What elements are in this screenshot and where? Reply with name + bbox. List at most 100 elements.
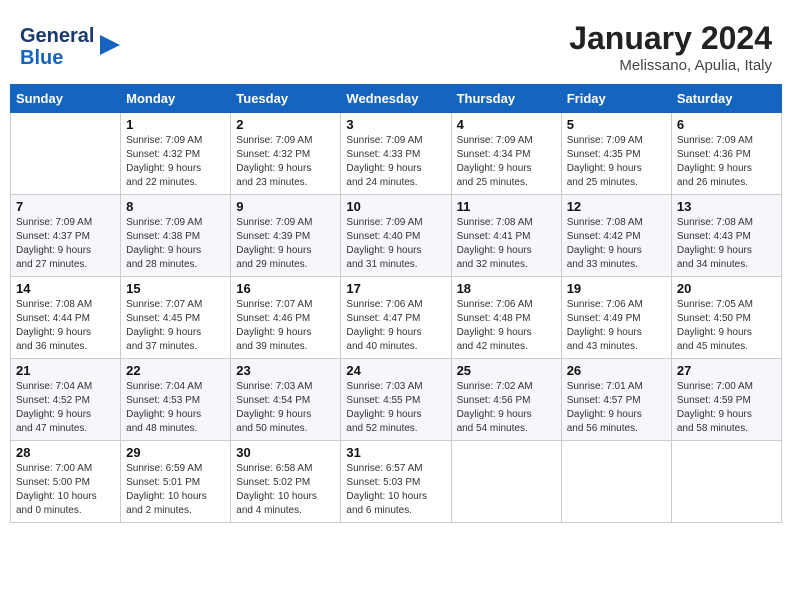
calendar-cell: 18Sunrise: 7:06 AM Sunset: 4:48 PM Dayli…	[451, 277, 561, 359]
calendar-cell: 28 Sunrise: 7:00 AM Sunset: 5:00 PM Dayli…	[11, 441, 121, 523]
calendar-cell: 21 Sunrise: 7:04 AM Sunset: 4:52 PM Dayli…	[11, 359, 121, 441]
day-number: 2	[236, 117, 335, 132]
calendar-cell: 26Sunrise: 7:01 AM Sunset: 4:57 PM Dayli…	[561, 359, 671, 441]
calendar-cell: 7 Sunrise: 7:09 AM Sunset: 4:37 PM Daylig…	[11, 195, 121, 277]
calendar-cell: 8 Sunrise: 7:09 AM Sunset: 4:38 PM Daylig…	[121, 195, 231, 277]
calendar-cell: 4Sunrise: 7:09 AM Sunset: 4:34 PM Daylig…	[451, 113, 561, 195]
calendar-cell: 5Sunrise: 7:09 AM Sunset: 4:35 PM Daylig…	[561, 113, 671, 195]
day-number: 31	[346, 445, 445, 460]
day-info: Sunrise: 7:08 AM Sunset: 4:42 PM Dayligh…	[567, 216, 666, 272]
calendar-cell: 9Sunrise: 7:09 AM Sunset: 4:39 PM Daylig…	[231, 195, 341, 277]
calendar-table: SundayMondayTuesdayWednesdayThursdayFrid…	[10, 84, 782, 523]
day-number: 12	[567, 199, 666, 214]
day-number: 7	[16, 199, 115, 214]
day-info: Sunrise: 7:09 AM Sunset: 4:37 PM Dayligh…	[16, 216, 115, 272]
day-info: Sunrise: 7:06 AM Sunset: 4:49 PM Dayligh…	[567, 298, 666, 354]
day-number: 4	[457, 117, 556, 132]
logo: General Blue	[20, 25, 124, 69]
calendar-cell	[671, 441, 781, 523]
day-info: Sunrise: 7:09 AM Sunset: 4:40 PM Dayligh…	[346, 216, 445, 272]
day-info: Sunrise: 7:03 AM Sunset: 4:54 PM Dayligh…	[236, 380, 335, 436]
day-info: Sunrise: 7:06 AM Sunset: 4:47 PM Dayligh…	[346, 298, 445, 354]
day-number: 8	[126, 199, 225, 214]
calendar-week-0: 1 Sunrise: 7:09 AM Sunset: 4:32 PM Daylig…	[11, 113, 782, 195]
calendar-cell: 31 Sunrise: 6:57 AM Sunset: 5:03 PM Dayli…	[341, 441, 451, 523]
day-number: 16	[236, 281, 335, 296]
calendar-cell	[11, 113, 121, 195]
calendar-header-row: SundayMondayTuesdayWednesdayThursdayFrid…	[11, 85, 782, 113]
calendar-cell: 14Sunrise: 7:08 AM Sunset: 4:44 PM Dayli…	[11, 277, 121, 359]
calendar-cell: 24Sunrise: 7:03 AM Sunset: 4:55 PM Dayli…	[341, 359, 451, 441]
calendar-header-monday: Monday	[121, 85, 231, 113]
day-info: Sunrise: 7:00 AM Sunset: 5:00 PM Dayligh…	[16, 462, 115, 518]
calendar-cell: 15Sunrise: 7:07 AM Sunset: 4:45 PM Dayli…	[121, 277, 231, 359]
calendar-cell: 19 Sunrise: 7:06 AM Sunset: 4:49 PM Dayli…	[561, 277, 671, 359]
day-info: Sunrise: 7:05 AM Sunset: 4:50 PM Dayligh…	[677, 298, 776, 354]
calendar-header-wednesday: Wednesday	[341, 85, 451, 113]
day-info: Sunrise: 6:57 AM Sunset: 5:03 PM Dayligh…	[346, 462, 445, 518]
calendar-header-sunday: Sunday	[11, 85, 121, 113]
day-info: Sunrise: 6:59 AM Sunset: 5:01 PM Dayligh…	[126, 462, 225, 518]
calendar-cell: 20 Sunrise: 7:05 AM Sunset: 4:50 PM Dayli…	[671, 277, 781, 359]
calendar-header-tuesday: Tuesday	[231, 85, 341, 113]
logo-arrow-icon	[96, 31, 124, 64]
day-number: 22	[126, 363, 225, 378]
page-header: General Blue January 2024 Melissano, Apu…	[10, 10, 782, 79]
day-number: 18	[457, 281, 556, 296]
day-number: 1	[126, 117, 225, 132]
calendar-cell: 10 Sunrise: 7:09 AM Sunset: 4:40 PM Dayli…	[341, 195, 451, 277]
calendar-cell: 11 Sunrise: 7:08 AM Sunset: 4:41 PM Dayli…	[451, 195, 561, 277]
day-info: Sunrise: 7:02 AM Sunset: 4:56 PM Dayligh…	[457, 380, 556, 436]
day-info: Sunrise: 7:07 AM Sunset: 4:46 PM Dayligh…	[236, 298, 335, 354]
month-title: January 2024	[569, 20, 772, 57]
day-number: 17	[346, 281, 445, 296]
day-info: Sunrise: 7:07 AM Sunset: 4:45 PM Dayligh…	[126, 298, 225, 354]
day-number: 27	[677, 363, 776, 378]
calendar-cell: 22 Sunrise: 7:04 AM Sunset: 4:53 PM Dayli…	[121, 359, 231, 441]
logo-line1: General	[20, 25, 94, 47]
day-number: 30	[236, 445, 335, 460]
day-number: 21	[16, 363, 115, 378]
day-info: Sunrise: 7:08 AM Sunset: 4:41 PM Dayligh…	[457, 216, 556, 272]
calendar-cell: 23 Sunrise: 7:03 AM Sunset: 4:54 PM Dayli…	[231, 359, 341, 441]
calendar-week-4: 28 Sunrise: 7:00 AM Sunset: 5:00 PM Dayli…	[11, 441, 782, 523]
calendar-cell: 6Sunrise: 7:09 AM Sunset: 4:36 PM Daylig…	[671, 113, 781, 195]
day-number: 23	[236, 363, 335, 378]
location: Melissano, Apulia, Italy	[569, 57, 772, 74]
calendar-header-saturday: Saturday	[671, 85, 781, 113]
logo-line2: Blue	[20, 47, 94, 69]
day-number: 20	[677, 281, 776, 296]
calendar-cell: 3Sunrise: 7:09 AM Sunset: 4:33 PM Daylig…	[341, 113, 451, 195]
day-number: 11	[457, 199, 556, 214]
day-info: Sunrise: 7:08 AM Sunset: 4:43 PM Dayligh…	[677, 216, 776, 272]
calendar-cell: 27Sunrise: 7:00 AM Sunset: 4:59 PM Dayli…	[671, 359, 781, 441]
calendar-header-friday: Friday	[561, 85, 671, 113]
day-info: Sunrise: 7:09 AM Sunset: 4:38 PM Dayligh…	[126, 216, 225, 272]
calendar-cell	[451, 441, 561, 523]
day-info: Sunrise: 7:03 AM Sunset: 4:55 PM Dayligh…	[346, 380, 445, 436]
day-number: 13	[677, 199, 776, 214]
day-number: 5	[567, 117, 666, 132]
day-info: Sunrise: 7:09 AM Sunset: 4:36 PM Dayligh…	[677, 134, 776, 190]
calendar-cell: 1 Sunrise: 7:09 AM Sunset: 4:32 PM Daylig…	[121, 113, 231, 195]
calendar-week-2: 14Sunrise: 7:08 AM Sunset: 4:44 PM Dayli…	[11, 277, 782, 359]
day-info: Sunrise: 7:04 AM Sunset: 4:52 PM Dayligh…	[16, 380, 115, 436]
day-number: 10	[346, 199, 445, 214]
calendar-week-1: 7 Sunrise: 7:09 AM Sunset: 4:37 PM Daylig…	[11, 195, 782, 277]
day-info: Sunrise: 7:09 AM Sunset: 4:32 PM Dayligh…	[236, 134, 335, 190]
calendar-cell: 12 Sunrise: 7:08 AM Sunset: 4:42 PM Dayli…	[561, 195, 671, 277]
calendar-cell	[561, 441, 671, 523]
calendar-header-thursday: Thursday	[451, 85, 561, 113]
calendar-cell: 13 Sunrise: 7:08 AM Sunset: 4:43 PM Dayli…	[671, 195, 781, 277]
day-info: Sunrise: 6:58 AM Sunset: 5:02 PM Dayligh…	[236, 462, 335, 518]
calendar-cell: 16 Sunrise: 7:07 AM Sunset: 4:46 PM Dayli…	[231, 277, 341, 359]
day-info: Sunrise: 7:04 AM Sunset: 4:53 PM Dayligh…	[126, 380, 225, 436]
day-number: 28	[16, 445, 115, 460]
day-info: Sunrise: 7:09 AM Sunset: 4:32 PM Dayligh…	[126, 134, 225, 190]
day-number: 19	[567, 281, 666, 296]
day-number: 25	[457, 363, 556, 378]
calendar-cell: 17 Sunrise: 7:06 AM Sunset: 4:47 PM Dayli…	[341, 277, 451, 359]
calendar-cell: 29Sunrise: 6:59 AM Sunset: 5:01 PM Dayli…	[121, 441, 231, 523]
day-info: Sunrise: 7:08 AM Sunset: 4:44 PM Dayligh…	[16, 298, 115, 354]
day-info: Sunrise: 7:09 AM Sunset: 4:39 PM Dayligh…	[236, 216, 335, 272]
